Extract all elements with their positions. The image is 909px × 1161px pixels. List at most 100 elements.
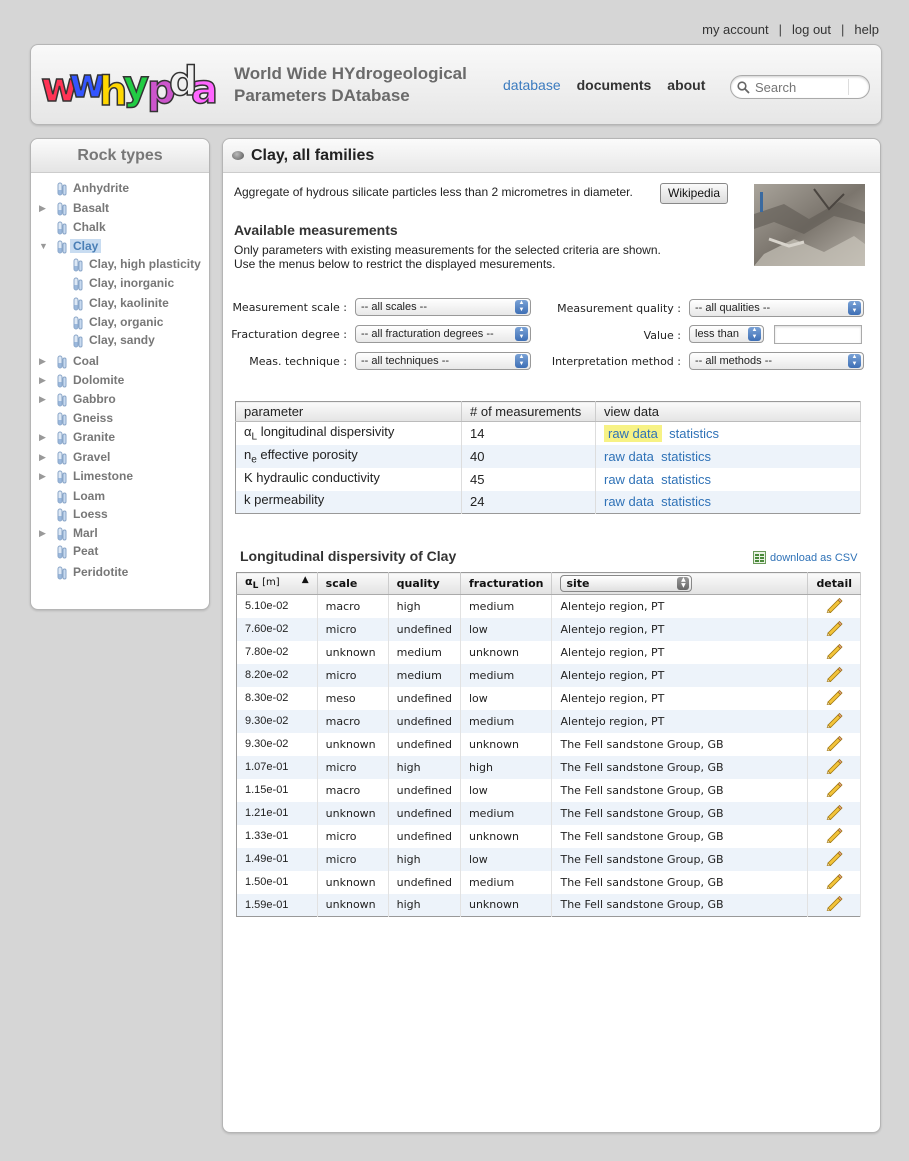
raw-data-link[interactable]: raw data: [604, 449, 654, 464]
available-measurements-text: Only parameters with existing measuremen…: [234, 243, 694, 271]
col-quality[interactable]: quality: [388, 572, 461, 595]
updown-icon: ▲ ▼: [515, 327, 528, 341]
pencil-icon[interactable]: [825, 827, 843, 843]
dispersivity-table: αL [m] ▲ scale quality fracturation site…: [236, 572, 861, 917]
test-tube-icon: [57, 221, 67, 235]
site-cell: Alentejo region, PT: [551, 594, 809, 618]
help-link[interactable]: help: [854, 22, 879, 37]
site-cell: Alentejo region, PT: [551, 709, 809, 733]
nav-database[interactable]: database: [503, 77, 561, 93]
search-box[interactable]: [730, 75, 870, 99]
parameter-label: permeability: [254, 492, 325, 508]
statistics-link[interactable]: statistics: [661, 449, 711, 464]
col-fracturation[interactable]: fracturation: [460, 572, 553, 595]
col-alpha-l[interactable]: αL [m] ▲: [236, 572, 318, 595]
sidebar-item-label: Peridotite: [73, 565, 129, 579]
alpha-value: 8.20e-02: [236, 663, 318, 687]
test-tube-icon: [57, 527, 67, 541]
pencil-icon[interactable]: [825, 735, 843, 751]
pencil-icon[interactable]: [825, 712, 843, 728]
pencil-icon[interactable]: [825, 758, 843, 774]
technique-select[interactable]: -- all techniques -- ▲ ▼: [355, 352, 531, 370]
download-csv-link[interactable]: download as CSV: [753, 551, 857, 564]
wikipedia-button[interactable]: Wikipedia: [660, 183, 729, 204]
detail-cell: [807, 893, 861, 917]
raw-data-link[interactable]: raw data: [604, 424, 662, 442]
pencil-icon[interactable]: [825, 666, 843, 682]
pencil-icon[interactable]: [825, 895, 843, 912]
col-detail: detail: [807, 572, 861, 595]
collapsed-arrow-icon[interactable]: ▶: [39, 452, 49, 463]
fracturation-select[interactable]: -- all fracturation degrees -- ▲ ▼: [355, 325, 531, 343]
statistics-link[interactable]: statistics: [661, 494, 711, 509]
value-input[interactable]: [774, 325, 862, 344]
statistics-link[interactable]: statistics: [669, 426, 719, 441]
table-row: 5.10e-02 macro high medium Alentejo region, …: [236, 594, 861, 618]
parameter-subscript: L: [251, 431, 258, 443]
site-cell: Alentejo region, PT: [551, 640, 809, 664]
raw-data-link[interactable]: raw data: [604, 494, 654, 509]
table-row: 9.30e-02 unknown undefined unknown The Fell …: [236, 732, 861, 756]
collapsed-arrow-icon[interactable]: ▶: [39, 471, 49, 482]
my-account-link[interactable]: my account: [702, 22, 768, 37]
test-tube-icon: [57, 202, 67, 216]
pencil-icon[interactable]: [825, 620, 843, 636]
test-tube-icon: [57, 412, 67, 426]
pencil-icon[interactable]: [825, 781, 843, 797]
scale-cell: macro: [317, 594, 389, 618]
detail-cell: [807, 663, 861, 687]
collapsed-arrow-icon[interactable]: ▶: [39, 356, 49, 367]
test-tube-icon: [73, 297, 83, 311]
sidebar-item-label: Loess: [73, 507, 108, 521]
pencil-icon[interactable]: [825, 597, 843, 614]
pencil-icon[interactable]: [825, 804, 843, 820]
collapsed-arrow-icon[interactable]: ▶: [39, 394, 49, 405]
col-site[interactable]: site ▲ ▼: [551, 572, 809, 595]
quality-select[interactable]: -- all qualities -- ▲ ▼: [689, 299, 864, 317]
site-cell: The Fell sandstone Group, GB: [551, 870, 809, 894]
scale-cell: macro: [317, 778, 389, 802]
parameter-row: k permeability 24 raw data statistics: [235, 490, 861, 514]
fracturation-cell: medium: [460, 709, 553, 733]
interpretation-select[interactable]: -- all methods -- ▲ ▼: [689, 352, 864, 370]
updown-icon: ▲ ▼: [515, 354, 528, 368]
pencil-icon[interactable]: [825, 873, 843, 889]
site-cell: The Fell sandstone Group, GB: [551, 778, 809, 802]
test-tube-icon: [57, 470, 67, 484]
col-scale[interactable]: scale: [317, 572, 389, 595]
table-row: 1.15e-01 macro undefined low The Fell sandst…: [236, 778, 861, 802]
scale-select-value: -- all scales --: [361, 301, 428, 313]
quality-cell: medium: [388, 640, 461, 664]
site-title: World Wide HYdrogeological Parameters DA…: [234, 63, 467, 107]
table-row: 1.33e-01 micro undefined unknown The Fell sa…: [236, 824, 861, 848]
collapsed-arrow-icon[interactable]: ▶: [39, 528, 49, 539]
log-out-link[interactable]: log out: [792, 22, 831, 37]
value-operator-select[interactable]: less than ▲ ▼: [689, 325, 764, 343]
nav-about[interactable]: about: [667, 77, 705, 93]
fracturation-cell: unknown: [460, 824, 553, 848]
col-measurements: # of measurements: [461, 401, 596, 422]
pencil-icon[interactable]: [825, 850, 843, 866]
site-filter-select[interactable]: site ▲ ▼: [560, 575, 693, 592]
scale-cell: micro: [317, 755, 389, 779]
raw-data-link[interactable]: raw data: [604, 472, 654, 487]
collapsed-arrow-icon[interactable]: ▶: [39, 203, 49, 214]
col-alpha-symbol: α: [245, 575, 253, 589]
sidebar-item-label: Clay: [70, 239, 102, 253]
statistics-link[interactable]: statistics: [661, 472, 711, 487]
pencil-icon[interactable]: [825, 643, 843, 659]
quality-cell: undefined: [388, 824, 461, 848]
wwhypda-logo[interactable]: w w h y p d a: [39, 55, 221, 113]
collapsed-arrow-icon[interactable]: ▶: [39, 432, 49, 443]
sidebar-item-label: Peat: [73, 544, 99, 558]
expanded-arrow-icon[interactable]: ▼: [39, 241, 49, 251]
nav-documents[interactable]: documents: [577, 77, 652, 93]
pencil-icon[interactable]: [825, 689, 843, 705]
clay-photo[interactable]: [754, 184, 865, 266]
search-input[interactable]: [753, 79, 845, 95]
collapsed-arrow-icon[interactable]: ▶: [39, 375, 49, 386]
scale-cell: unknown: [317, 640, 389, 664]
table-row: 8.30e-02 meso undefined low Alentejo region,…: [236, 686, 861, 710]
scale-select[interactable]: -- all scales -- ▲ ▼: [355, 298, 531, 316]
parameter-name: ne effective porosity: [235, 444, 462, 468]
